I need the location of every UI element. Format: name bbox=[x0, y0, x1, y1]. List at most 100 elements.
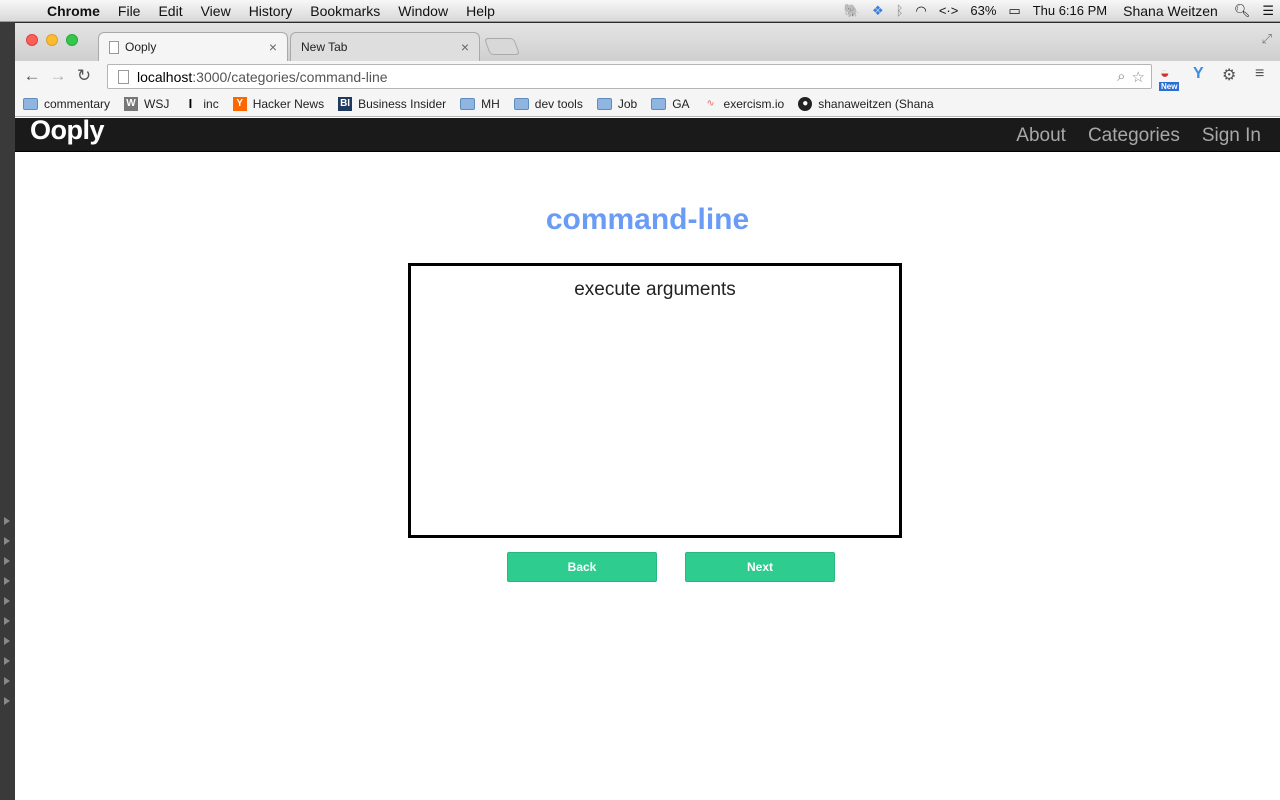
disclosure-triangle-icon bbox=[4, 517, 10, 525]
bookmark-label: shanaweitzen (Shana bbox=[818, 96, 934, 111]
bookmark-github[interactable]: ● shanaweitzen (Shana bbox=[798, 96, 934, 111]
menu-bookmarks[interactable]: Bookmarks bbox=[301, 3, 389, 19]
window-minimize-button[interactable] bbox=[46, 34, 58, 46]
bookmark-label: Business Insider bbox=[358, 96, 447, 111]
inc-icon: I bbox=[188, 96, 193, 111]
menu-file[interactable]: File bbox=[109, 3, 150, 19]
bookmark-star-icon[interactable]: ☆ bbox=[1132, 68, 1145, 86]
menu-history[interactable]: History bbox=[240, 3, 302, 19]
folder-icon bbox=[651, 97, 667, 110]
disclosure-triangle-icon bbox=[4, 677, 10, 685]
bookmark-mh[interactable]: MH bbox=[460, 97, 500, 111]
window-zoom-button[interactable] bbox=[66, 34, 78, 46]
battery-percent: 63% bbox=[970, 3, 997, 18]
extension-magnet-icon[interactable]: ◒ bbox=[1160, 65, 1170, 83]
tab-new-tab[interactable]: New Tab × bbox=[290, 32, 480, 61]
bookmark-dev-tools[interactable]: dev tools bbox=[513, 96, 583, 111]
bookmark-exercism[interactable]: ∿ exercism.io bbox=[704, 96, 785, 111]
new-tab-button[interactable] bbox=[483, 38, 521, 55]
battery-icon[interactable]: ▭ bbox=[1002, 3, 1026, 19]
web-page: Ooply About Categories Sign In command-l… bbox=[15, 115, 1280, 800]
bookmark-label: WSJ bbox=[144, 96, 170, 111]
fullscreen-icon[interactable]: ⤢ bbox=[1262, 31, 1272, 47]
hacker-news-icon: Y bbox=[232, 96, 247, 111]
menu-window[interactable]: Window bbox=[389, 3, 457, 19]
url-host: localhost bbox=[137, 68, 193, 85]
bookmark-business-insider[interactable]: BI Business Insider bbox=[338, 96, 447, 111]
wsj-icon: W bbox=[124, 96, 139, 111]
bookmark-label: commentary bbox=[44, 96, 111, 111]
disclosure-triangle-icon bbox=[4, 617, 10, 625]
macos-menu-bar: Chrome File Edit View History Bookmarks … bbox=[0, 0, 1280, 22]
user-name[interactable]: Shana Weitzen bbox=[1113, 3, 1228, 19]
disclosure-triangle-icon bbox=[4, 577, 10, 585]
business-insider-icon: BI bbox=[338, 96, 353, 111]
browser-toolbar: ← → ↻ localhost :3000/categories/command… bbox=[15, 61, 1280, 91]
wifi-icon[interactable]: ◠ bbox=[910, 3, 933, 19]
bookmark-label: dev tools bbox=[534, 96, 583, 111]
tab-title: Ooply bbox=[125, 40, 157, 54]
notification-center-icon[interactable]: ☰ bbox=[1256, 3, 1280, 19]
tab-ooply[interactable]: Ooply × bbox=[98, 32, 288, 61]
extension-new-badge: New bbox=[1159, 82, 1180, 91]
disclosure-triangle-icon bbox=[4, 597, 10, 605]
site-brand-logo[interactable]: Ooply bbox=[30, 115, 105, 146]
window-close-button[interactable] bbox=[26, 34, 38, 46]
bookmark-label: MH bbox=[481, 96, 500, 111]
back-button[interactable]: Back bbox=[507, 552, 657, 582]
bookmark-job[interactable]: Job bbox=[596, 96, 638, 111]
flash-card[interactable]: execute arguments bbox=[408, 263, 902, 538]
background-window-edge bbox=[0, 22, 15, 800]
back-arrow-icon[interactable]: ← bbox=[19, 66, 45, 86]
site-navbar: Ooply About Categories Sign In bbox=[15, 115, 1280, 152]
card-text: execute arguments bbox=[574, 279, 736, 300]
chrome-menu-icon[interactable]: ≡ bbox=[1255, 65, 1264, 83]
bookmark-ga[interactable]: GA bbox=[651, 97, 690, 111]
tab-title: New Tab bbox=[301, 40, 348, 54]
bookmark-hacker-news[interactable]: Y Hacker News bbox=[232, 96, 324, 111]
bookmarks-bar: commentary W WSJ I inc Y Hacker News BI … bbox=[15, 91, 1280, 117]
bookmark-label: exercism.io bbox=[723, 96, 785, 111]
tab-strip: Ooply × New Tab × ⤢ bbox=[15, 23, 1280, 61]
exercism-icon: ∿ bbox=[706, 98, 715, 109]
search-icon[interactable]: ⌕ bbox=[1117, 68, 1125, 86]
reload-icon[interactable]: ↻ bbox=[71, 66, 97, 86]
disclosure-triangle-icon bbox=[4, 657, 10, 665]
bookmark-commentary[interactable]: commentary bbox=[23, 97, 110, 111]
bookmark-inc[interactable]: I inc bbox=[183, 96, 219, 111]
disclosure-triangle-icon bbox=[4, 557, 10, 565]
settings-gear-icon[interactable]: ⚙ bbox=[1222, 65, 1236, 85]
category-title: command-line bbox=[545, 203, 750, 236]
bookmark-label: Job bbox=[617, 96, 638, 111]
folder-icon bbox=[596, 97, 612, 110]
tab-close-icon[interactable]: × bbox=[461, 39, 469, 55]
bluetooth-icon[interactable]: ᛒ bbox=[890, 3, 910, 18]
menu-app-name[interactable]: Chrome bbox=[38, 3, 109, 19]
url-path: :3000/categories/command-line bbox=[192, 68, 388, 85]
tab-close-icon[interactable]: × bbox=[269, 39, 277, 55]
disclosure-triangle-icon bbox=[4, 637, 10, 645]
nav-about-link[interactable]: About bbox=[1016, 125, 1066, 147]
page-favicon-icon bbox=[109, 40, 119, 54]
spotlight-icon[interactable]: 🔍︎ bbox=[1228, 3, 1257, 19]
browser-window: Ooply × New Tab × ⤢ ← → ↻ localhost :300… bbox=[15, 23, 1280, 800]
menu-edit[interactable]: Edit bbox=[149, 3, 191, 19]
folder-icon bbox=[23, 97, 38, 110]
forward-arrow-icon[interactable]: → bbox=[45, 66, 71, 86]
evernote-icon[interactable]: 🐘 bbox=[838, 3, 866, 19]
dropbox-icon[interactable]: ❖ bbox=[866, 3, 890, 19]
extension-y-icon[interactable]: Y bbox=[1193, 65, 1204, 83]
code-toggle-icon[interactable]: <·> bbox=[933, 3, 965, 18]
menu-status-area: 🐘 ❖ ᛒ ◠ <·> 63% ▭ Thu 6:16 PM Shana Weit… bbox=[838, 3, 1280, 19]
menu-help[interactable]: Help bbox=[457, 3, 504, 19]
nav-categories-link[interactable]: Categories bbox=[1088, 125, 1180, 147]
bookmark-wsj[interactable]: W WSJ bbox=[124, 96, 170, 111]
site-nav-links: About Categories Sign In bbox=[1016, 125, 1261, 147]
folder-icon bbox=[460, 97, 476, 110]
address-bar[interactable]: localhost :3000/categories/command-line … bbox=[107, 64, 1152, 89]
next-button[interactable]: Next bbox=[685, 552, 835, 582]
disclosure-triangle-icon bbox=[4, 537, 10, 545]
menu-view[interactable]: View bbox=[192, 3, 240, 19]
clock[interactable]: Thu 6:16 PM bbox=[1027, 3, 1113, 18]
nav-sign-in-link[interactable]: Sign In bbox=[1202, 125, 1261, 147]
